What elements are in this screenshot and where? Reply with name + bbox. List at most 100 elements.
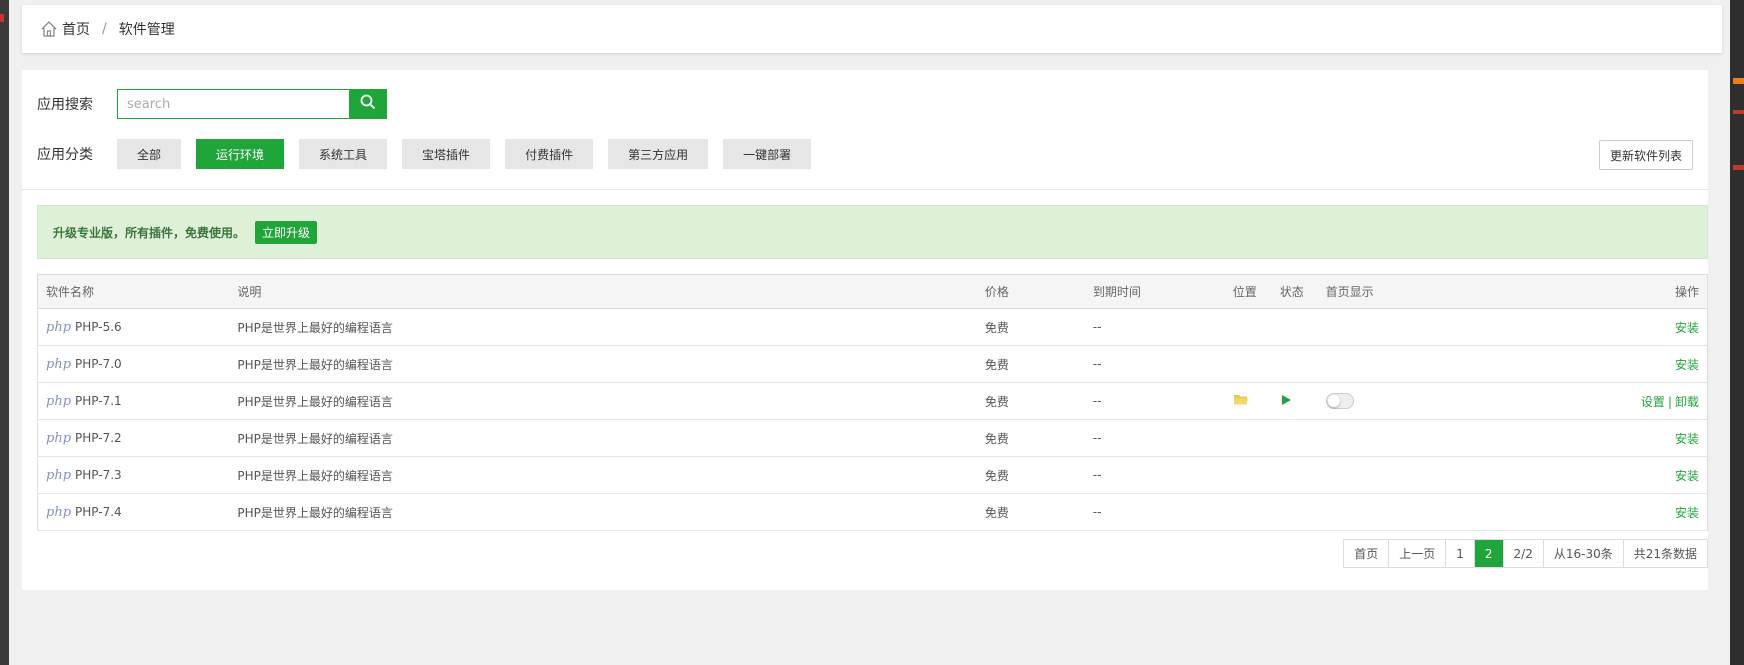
homepage-display-toggle[interactable]	[1325, 393, 1354, 409]
actions-cell: 安装	[1447, 456, 1708, 494]
table-row: php PHP-7.0 PHP是世界上最好的编程语言 免费 -- 安装	[37, 345, 1708, 383]
php-logo-icon: php	[46, 356, 72, 372]
software-desc: PHP是世界上最好的编程语言	[229, 382, 977, 420]
category-third-party[interactable]: 第三方应用	[608, 139, 709, 169]
actions-cell: 安装	[1447, 345, 1708, 383]
software-name: PHP-5.6	[75, 319, 122, 334]
category-row: 应用分类 全部 运行环境 系统工具 宝塔插件 付费插件 第三方应用 一键部署	[37, 139, 826, 169]
software-name: PHP-7.2	[75, 430, 122, 445]
header-name: 软件名称	[37, 274, 230, 309]
actions-cell: 安装	[1447, 419, 1708, 457]
folder-icon[interactable]	[1233, 395, 1249, 409]
software-name: PHP-7.1	[75, 393, 122, 408]
page-total: 共21条数据	[1633, 547, 1697, 561]
action-separator: |	[1667, 394, 1672, 409]
page-prev[interactable]: 上一页	[1389, 540, 1447, 567]
software-expire: --	[1084, 456, 1225, 494]
header-price: 价格	[976, 274, 1085, 309]
uninstall-link[interactable]: 卸载	[1675, 395, 1699, 409]
location-cell	[1224, 382, 1272, 420]
upgrade-now-button[interactable]: 立即升级	[255, 220, 318, 244]
software-price: 免费	[976, 493, 1085, 531]
category-paid-plugins[interactable]: 付费插件	[505, 139, 594, 169]
header-actions: 操作	[1447, 274, 1708, 309]
header-expire: 到期时间	[1084, 274, 1225, 309]
software-expire: --	[1084, 419, 1225, 457]
page-range: 从16-30条	[1544, 540, 1624, 567]
status-cell	[1271, 419, 1318, 457]
actions-cell: 设置 | 卸载	[1447, 382, 1708, 420]
play-icon[interactable]	[1280, 394, 1292, 409]
location-cell	[1224, 345, 1272, 383]
homepage-display-cell	[1317, 382, 1448, 420]
category-label: 应用分类	[37, 147, 93, 163]
software-table: 软件名称 说明 价格 到期时间 位置 状态 首页显示 操作 php PHP-5.6…	[37, 274, 1708, 531]
left-edge-mark	[0, 14, 4, 22]
upgrade-alert: 升级专业版，所有插件，免费使用。 立即升级	[37, 205, 1708, 259]
header-desc: 说明	[229, 274, 977, 309]
software-desc: PHP是世界上最好的编程语言	[229, 419, 977, 457]
install-link[interactable]: 安装	[1675, 506, 1699, 520]
software-desc: PHP是世界上最好的编程语言	[229, 345, 977, 383]
search-input[interactable]	[117, 89, 349, 119]
status-cell	[1271, 345, 1318, 383]
software-name-cell: php PHP-7.0	[37, 345, 230, 383]
category-one-click-deploy[interactable]: 一键部署	[723, 139, 812, 169]
right-edge-mark	[1733, 110, 1744, 114]
actions-cell: 安装	[1447, 308, 1708, 346]
software-price: 免费	[976, 456, 1085, 494]
software-price: 免费	[976, 308, 1085, 346]
install-link[interactable]: 安装	[1675, 358, 1699, 372]
software-desc: PHP是世界上最好的编程语言	[229, 493, 977, 531]
right-edge-mark	[1733, 78, 1744, 84]
software-name-cell: php PHP-7.3	[37, 456, 230, 494]
settings-link[interactable]: 设置	[1641, 395, 1665, 409]
software-expire: --	[1084, 382, 1225, 420]
search-row: 应用搜索	[37, 89, 387, 119]
pagination: 首页 上一页 1 2 2/2 从16-30条 共21条数据	[1343, 539, 1708, 568]
homepage-display-cell	[1317, 419, 1448, 457]
software-name-cell: php PHP-7.4	[37, 493, 230, 531]
breadcrumb: 首页 / 软件管理	[22, 5, 1722, 53]
search-button[interactable]	[349, 89, 387, 119]
status-cell	[1271, 456, 1318, 494]
toggle-knob	[1327, 395, 1340, 407]
category-bt-plugins[interactable]: 宝塔插件	[402, 139, 491, 169]
install-link[interactable]: 安装	[1675, 469, 1699, 483]
homepage-display-cell	[1317, 308, 1448, 346]
location-cell	[1224, 419, 1272, 457]
right-edge-mark	[1733, 165, 1744, 170]
refresh-software-list-button[interactable]: 更新软件列表	[1598, 140, 1693, 170]
breadcrumb-home[interactable]: 首页	[62, 19, 90, 39]
location-cell	[1224, 456, 1272, 494]
header-location: 位置	[1224, 274, 1272, 309]
category-runtime[interactable]: 运行环境	[196, 139, 285, 169]
page-number[interactable]: 1	[1446, 540, 1475, 567]
right-edge-strip	[1730, 0, 1744, 665]
location-cell	[1224, 308, 1272, 346]
status-cell	[1271, 493, 1318, 531]
install-link[interactable]: 安装	[1675, 321, 1699, 335]
breadcrumb-current: 软件管理	[118, 22, 175, 38]
install-link[interactable]: 安装	[1675, 432, 1699, 446]
software-price: 免费	[976, 419, 1085, 457]
php-logo-icon: php	[46, 430, 72, 446]
php-logo-icon: php	[46, 319, 72, 335]
software-expire: --	[1084, 345, 1225, 383]
divider	[22, 189, 1708, 190]
software-desc: PHP是世界上最好的编程语言	[229, 308, 977, 346]
category-system-tools[interactable]: 系统工具	[299, 139, 388, 169]
left-edge-strip	[0, 0, 9, 665]
category-all[interactable]: 全部	[117, 139, 182, 169]
upgrade-alert-text: 升级专业版，所有插件，免费使用。	[53, 225, 246, 240]
software-price: 免费	[976, 345, 1085, 383]
page-first[interactable]: 首页	[1344, 540, 1390, 567]
status-cell	[1271, 382, 1318, 420]
status-cell	[1271, 308, 1318, 346]
table-row: php PHP-5.6 PHP是世界上最好的编程语言 免费 -- 安装	[37, 308, 1708, 346]
php-logo-icon: php	[46, 504, 72, 520]
home-icon[interactable]	[40, 20, 58, 38]
software-desc: PHP是世界上最好的编程语言	[229, 456, 977, 494]
location-cell	[1224, 493, 1272, 531]
search-label: 应用搜索	[37, 97, 93, 113]
